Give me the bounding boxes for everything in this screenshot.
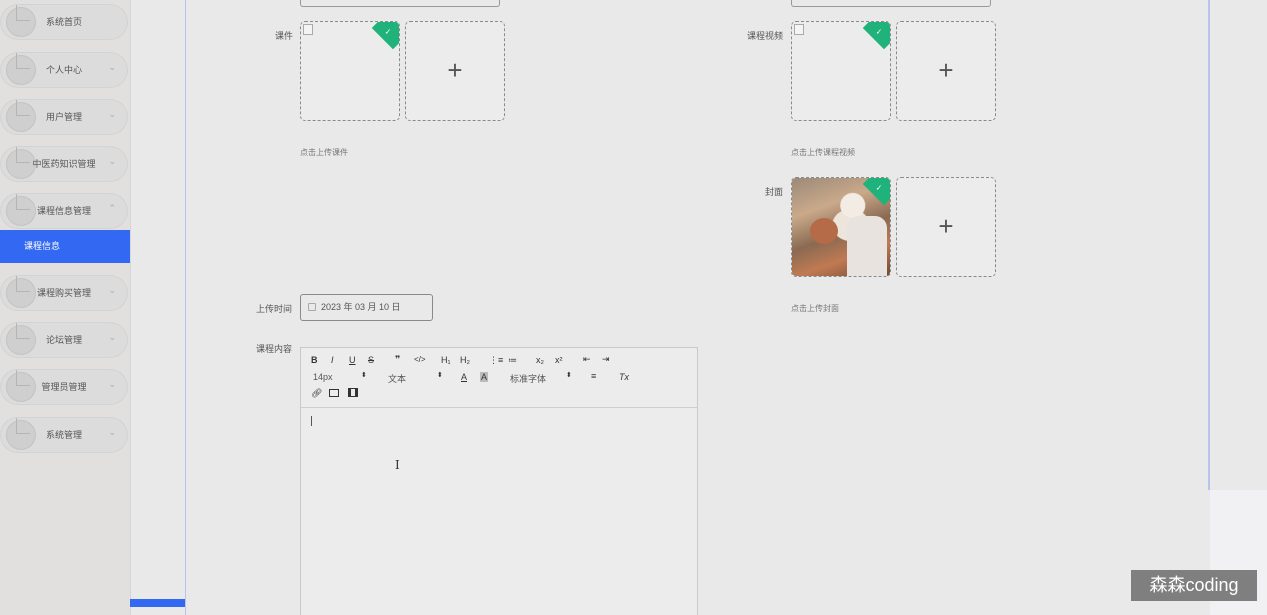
font-size-select[interactable]: 14px xyxy=(313,372,333,382)
chevron-down-icon: ⌄ xyxy=(108,109,116,119)
text-cursor-icon: I xyxy=(395,458,400,472)
video-upload-button[interactable]: + xyxy=(896,21,996,121)
broken-image-icon xyxy=(303,24,313,35)
background-color-button[interactable]: A xyxy=(480,372,489,382)
video-hint: 点击上传课程视频 xyxy=(791,148,855,157)
sidebar-item-system-management[interactable]: 系统管理 ⌄ xyxy=(0,417,128,453)
upload-time-value: 2023 年 03 月 10 日 xyxy=(321,302,401,312)
upload-time-label: 上传时间 xyxy=(256,304,293,314)
select-arrows-icon: ⬍ xyxy=(361,372,367,379)
select-arrows-icon: ⬍ xyxy=(437,372,443,379)
chevron-down-icon: ⌄ xyxy=(108,285,116,295)
image-icon[interactable] xyxy=(329,389,339,397)
upload-success-icon xyxy=(371,22,399,50)
superscript-button[interactable]: x² xyxy=(555,355,563,365)
plus-icon: + xyxy=(938,211,954,241)
ordered-list-button[interactable]: ⋮≡ xyxy=(489,355,503,366)
text-input-top-right[interactable] xyxy=(791,0,991,7)
content-label: 课程内容 xyxy=(256,344,293,354)
text-color-button[interactable]: A xyxy=(461,372,467,382)
scroll-indicator xyxy=(130,599,186,607)
cover-label: 封面 xyxy=(765,187,784,197)
video-thumbnail[interactable] xyxy=(791,21,891,121)
upload-time-date-input[interactable]: 2023 年 03 月 10 日 xyxy=(300,294,433,321)
underline-button[interactable]: U xyxy=(349,355,356,365)
sidebar-item-label: 系统首页 xyxy=(45,17,82,27)
upload-success-icon xyxy=(862,22,890,50)
font-family-select[interactable]: 标准字体 xyxy=(510,372,546,385)
sidebar-item-personal-center[interactable]: 个人中心 ⌄ xyxy=(0,52,128,88)
editor-toolbar: B I U S ❞ </> H₁ H₂ ⋮≡ ≔ x₂ x² ⇤ ⇥ 14px … xyxy=(301,348,697,408)
cover-hint: 点击上传封面 xyxy=(791,304,839,313)
align-button[interactable]: ≡ xyxy=(591,371,596,381)
blockquote-button[interactable]: ❞ xyxy=(395,354,400,365)
courseware-upload-button[interactable]: + xyxy=(405,21,505,121)
sidebar-item-course-info-management[interactable]: 课程信息管理 ⌃ xyxy=(0,193,128,229)
cover-thumbnail[interactable] xyxy=(791,177,891,277)
cover-upload-button[interactable]: + xyxy=(896,177,996,277)
sidebar-subitem-course-info[interactable]: 课程信息 xyxy=(0,230,130,263)
sidebar-item-admin-management[interactable]: 管理员管理 ⌄ xyxy=(0,369,128,405)
chevron-down-icon: ⌄ xyxy=(108,379,116,389)
clear-format-button[interactable]: Tx xyxy=(619,372,629,382)
sidebar-item-forum-management[interactable]: 论坛管理 ⌄ xyxy=(0,322,128,358)
chevron-down-icon: ⌄ xyxy=(108,332,116,342)
select-arrows-icon: ⬍ xyxy=(566,372,572,379)
calendar-icon xyxy=(308,303,316,311)
panel-border xyxy=(1208,0,1210,490)
indent-button[interactable]: ⇥ xyxy=(602,354,610,365)
h2-button[interactable]: H₂ xyxy=(460,355,470,365)
sidebar-item-tcm-knowledge[interactable]: 中医药知识管理 ⌄ xyxy=(0,146,128,182)
bold-button[interactable]: B xyxy=(311,355,318,365)
italic-button[interactable]: I xyxy=(331,355,334,365)
watermark: 森森coding xyxy=(1131,570,1257,601)
outdent-button[interactable]: ⇤ xyxy=(583,354,591,365)
sidebar-item-home[interactable]: 系统首页 xyxy=(0,4,128,40)
chevron-up-icon: ⌃ xyxy=(108,203,116,213)
broken-image-icon xyxy=(794,24,804,35)
chevron-down-icon: ⌄ xyxy=(108,62,116,72)
bullet-list-button[interactable]: ≔ xyxy=(508,355,517,366)
video-icon[interactable] xyxy=(348,388,358,397)
code-button[interactable]: </> xyxy=(414,355,426,364)
courseware-label: 课件 xyxy=(275,31,294,41)
plus-icon: + xyxy=(938,55,954,85)
chevron-down-icon: ⌄ xyxy=(108,156,116,166)
h1-button[interactable]: H₁ xyxy=(441,355,451,365)
text-input-top-left[interactable] xyxy=(300,0,500,7)
courseware-hint: 点击上传课件 xyxy=(300,148,348,157)
link-icon[interactable]: 🔗︎ xyxy=(311,388,322,399)
text-caret xyxy=(311,416,312,426)
format-select[interactable]: 文本 xyxy=(388,372,406,385)
chevron-down-icon: ⌄ xyxy=(108,427,116,437)
sidebar: 系统首页 个人中心 ⌄ 用户管理 ⌄ 中医药知识管理 ⌄ 课程信息管理 ⌃ 课程… xyxy=(0,0,131,615)
strike-button[interactable]: S xyxy=(368,355,374,365)
sidebar-item-user-management[interactable]: 用户管理 ⌄ xyxy=(0,99,128,135)
plus-icon: + xyxy=(447,55,463,85)
sidebar-item-course-purchase[interactable]: 课程购买管理 ⌄ xyxy=(0,275,128,311)
rich-text-editor[interactable]: B I U S ❞ </> H₁ H₂ ⋮≡ ≔ x₂ x² ⇤ ⇥ 14px … xyxy=(300,347,698,615)
video-label: 课程视频 xyxy=(747,31,784,41)
subscript-button[interactable]: x₂ xyxy=(536,355,544,365)
courseware-thumbnail[interactable] xyxy=(300,21,400,121)
